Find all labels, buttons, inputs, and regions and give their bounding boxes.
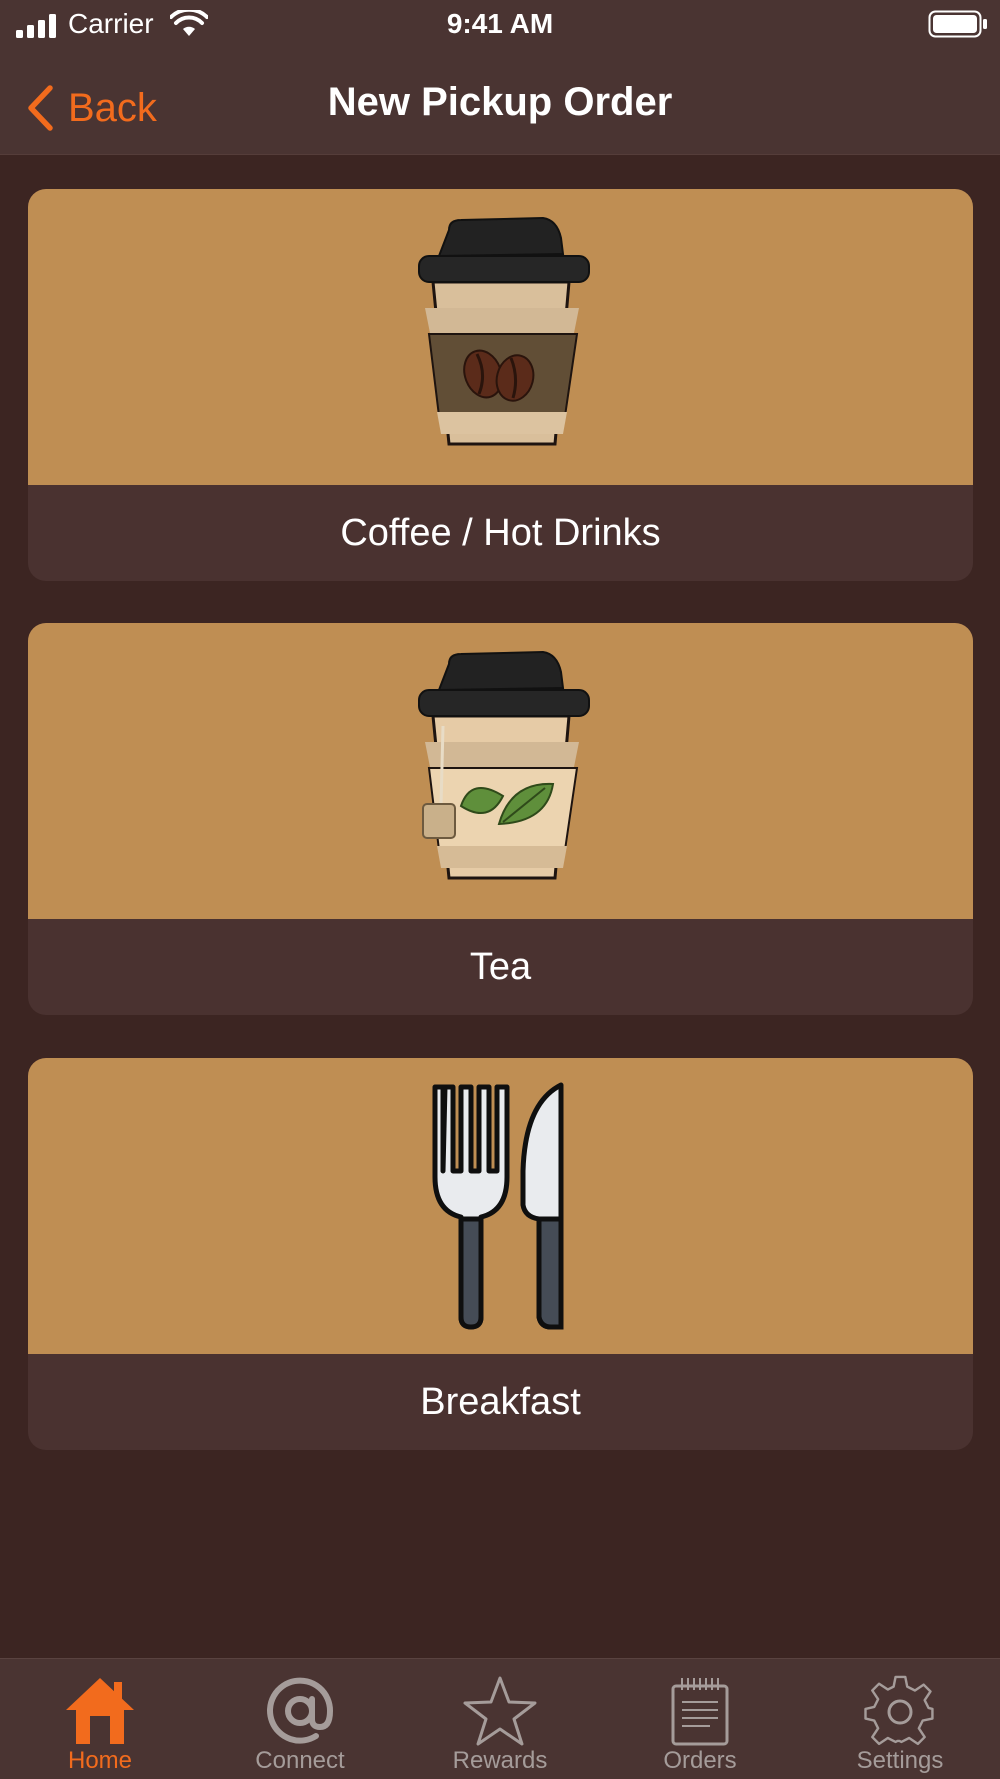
category-card-tea[interactable]: Tea: [28, 623, 973, 1015]
category-label: Coffee / Hot Drinks: [340, 511, 661, 554]
tab-bar: Home Connect Rewards Orders Settings: [0, 1658, 1000, 1779]
fork-knife-icon: [432, 1082, 563, 1330]
page-title: New Pickup Order: [327, 80, 673, 124]
category-card-breakfast[interactable]: Breakfast: [28, 1058, 973, 1450]
tab-home[interactable]: Home: [0, 1659, 200, 1779]
category-label: Breakfast: [420, 1380, 581, 1423]
gear-icon: [864, 1675, 934, 1746]
tab-label: Connect: [255, 1747, 345, 1774]
category-card-coffee[interactable]: Coffee / Hot Drinks: [28, 189, 973, 581]
tab-label: Rewards: [452, 1747, 548, 1774]
coffee-cup-icon: [417, 216, 590, 446]
tab-label: Orders: [663, 1747, 737, 1774]
star-icon: [463, 1676, 537, 1746]
status-bar: Carrier 9:41 AM: [0, 0, 1000, 50]
tab-connect[interactable]: Connect: [200, 1659, 400, 1779]
tab-settings[interactable]: Settings: [800, 1659, 1000, 1779]
notepad-icon: [671, 1678, 729, 1746]
status-time: 9:41 AM: [446, 8, 554, 39]
tab-label: Home: [67, 1747, 133, 1774]
category-art: [28, 623, 973, 919]
top-bar: Carrier 9:41 AM Back New Pickup Order: [0, 0, 1000, 155]
tea-cup-icon: [417, 650, 590, 880]
category-art: [28, 1058, 973, 1354]
at-sign-icon: [267, 1677, 334, 1744]
battery-icon: [928, 10, 987, 38]
tab-rewards[interactable]: Rewards: [400, 1659, 600, 1779]
tab-label: Settings: [856, 1747, 944, 1774]
tab-orders[interactable]: Orders: [600, 1659, 800, 1779]
category-label: Tea: [469, 945, 532, 988]
navigation-bar: Back New Pickup Order: [0, 60, 1000, 154]
category-art: [28, 189, 973, 485]
home-icon: [66, 1678, 134, 1744]
